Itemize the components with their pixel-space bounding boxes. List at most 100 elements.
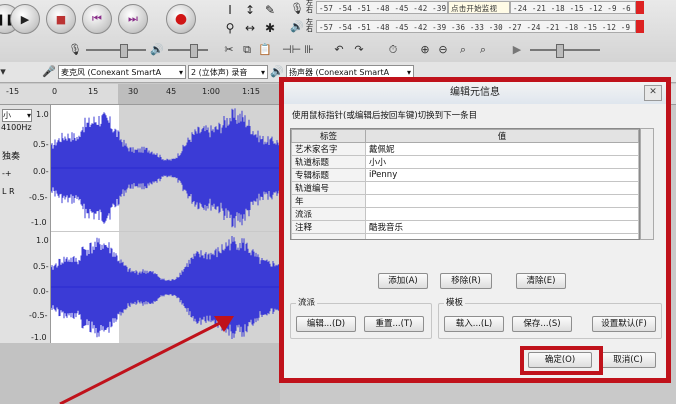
value-cell[interactable]: [365, 207, 639, 221]
metadata-dialog: 编辑元信息 ✕ 使用鼠标指针(或编辑后按回车键)切换到下一条目 标签值 艺术家名…: [284, 82, 666, 378]
ruler-tick: 45: [166, 87, 177, 96]
load-template-button[interactable]: 载入...(L): [444, 316, 504, 332]
ruler-tick: 30: [128, 87, 139, 96]
chevron-down-icon: ▾: [26, 111, 31, 120]
edit-genres-button[interactable]: 编辑...(D): [296, 316, 356, 332]
slider-thumb[interactable]: [556, 44, 564, 58]
grid-scrollbar[interactable]: [640, 128, 654, 240]
speaker-meter-icon[interactable]: 🔊: [290, 20, 304, 34]
slider-thumb[interactable]: [190, 44, 198, 58]
multi-tool-icon[interactable]: ✱: [262, 20, 278, 36]
sync-lock-icon[interactable]: ⏱: [386, 43, 400, 57]
zoom-in-icon[interactable]: ⊕: [418, 43, 432, 57]
tag-cell[interactable]: 专辑标题: [291, 168, 366, 182]
ruler-tick: 0: [52, 87, 58, 96]
play-at-speed-icon[interactable]: ▶: [510, 43, 524, 57]
play-button[interactable]: ▶: [10, 4, 40, 34]
table-row[interactable]: 艺术家名字 戴佩妮: [291, 142, 639, 156]
waveform-svg: [51, 105, 281, 231]
chevron-down-icon: ▾: [178, 68, 183, 77]
undo-icon[interactable]: ↶: [332, 43, 346, 57]
speaker-volume-slider[interactable]: [168, 49, 208, 51]
scale-label: 0.5-: [33, 262, 49, 271]
waveform-channel-right[interactable]: [51, 232, 281, 343]
playback-meter[interactable]: -57 -54 -51 -48 -45 -42 -39 -36 -33 -30 …: [316, 20, 636, 33]
table-row[interactable]: 注释 酷我音乐: [291, 220, 639, 234]
slider-thumb[interactable]: [120, 44, 128, 58]
pan-slider[interactable]: L R: [2, 187, 15, 196]
timeshift-tool-icon[interactable]: ↔: [242, 20, 258, 36]
input-channels-select[interactable]: 2 (立体声) 录音 ▾: [188, 65, 268, 79]
ok-highlight-frame: [520, 346, 603, 375]
tag-cell[interactable]: 流派: [291, 207, 366, 221]
fit-project-icon[interactable]: ⌕: [476, 43, 490, 57]
metadata-grid[interactable]: 标签值 艺术家名字 戴佩妮 轨道标题 小小 专辑标题 iPenny 轨道编号 年 流派…: [290, 128, 640, 240]
close-icon[interactable]: ✕: [644, 85, 662, 101]
save-template-button[interactable]: 保存...(S): [512, 316, 572, 332]
waveform-channel-left[interactable]: [51, 105, 281, 231]
add-button[interactable]: 添加(A): [378, 273, 428, 289]
remove-button[interactable]: 移除(R): [440, 273, 492, 289]
table-row[interactable]: [291, 233, 639, 239]
envelope-tool-icon[interactable]: ↕: [242, 2, 258, 18]
scale-label: 1.0: [36, 236, 49, 245]
empty-track-area[interactable]: [0, 343, 280, 404]
record-meter-right: -24 -21 -18 -15 -12 -9 -6 -3 0: [510, 1, 636, 14]
scale-label: 0.0-: [33, 167, 49, 176]
tag-cell[interactable]: 轨道标题: [291, 155, 366, 169]
skip-start-button[interactable]: ⏮: [82, 4, 112, 34]
redo-icon[interactable]: ↷: [352, 43, 366, 57]
mic-volume-icon: 🎙: [68, 43, 82, 56]
tag-cell[interactable]: 轨道编号: [291, 181, 366, 195]
monitor-hint[interactable]: 点击开始监视: [448, 1, 510, 14]
track-sample-rate: 4100Hz: [1, 123, 32, 132]
table-row[interactable]: 轨道编号: [291, 181, 639, 195]
skip-end-button[interactable]: ⏭: [118, 4, 148, 34]
cancel-button[interactable]: 取消(C): [600, 352, 656, 368]
tag-cell[interactable]: 注释: [291, 220, 366, 234]
meter-right-label: 右: [306, 6, 313, 14]
silence-icon[interactable]: ⊪: [302, 43, 316, 57]
set-default-button[interactable]: 设置默认(F): [592, 316, 656, 332]
zoom-tool-icon[interactable]: ⚲: [222, 20, 238, 36]
reset-genres-button[interactable]: 重置...(T): [364, 316, 424, 332]
record-meter[interactable]: -57 -54 -51 -48 -45 -42 -39 -: [316, 1, 448, 14]
value-cell[interactable]: 酷我音乐: [365, 220, 639, 234]
value-cell[interactable]: [365, 194, 639, 208]
tag-cell[interactable]: [291, 233, 366, 239]
copy-icon[interactable]: ⧉: [240, 43, 254, 57]
mic-volume-slider[interactable]: [86, 49, 146, 51]
gain-slider[interactable]: -+: [2, 169, 12, 178]
table-row[interactable]: 流派: [291, 207, 639, 221]
mic-meter-icon[interactable]: 🎙: [290, 2, 304, 16]
input-device-select[interactable]: 麦克风 (Conexant SmartA ▾: [58, 65, 186, 79]
track-name-menu[interactable]: 小 ▾: [2, 109, 32, 122]
solo-button[interactable]: 独奏: [2, 149, 20, 162]
trim-icon[interactable]: ⊣⊢: [282, 43, 301, 57]
value-cell[interactable]: iPenny: [365, 168, 639, 182]
selection-tool-icon[interactable]: I: [222, 2, 238, 18]
scale-label: 0.5-: [33, 140, 49, 149]
table-row[interactable]: 年: [291, 194, 639, 208]
table-row[interactable]: 专辑标题 iPenny: [291, 168, 639, 182]
value-cell[interactable]: 小小: [365, 155, 639, 169]
value-cell[interactable]: 戴佩妮: [365, 142, 639, 156]
zoom-out-icon[interactable]: ⊖: [436, 43, 450, 57]
draw-tool-icon[interactable]: ✎: [262, 2, 278, 18]
scale-label: 1.0: [36, 110, 49, 119]
tag-cell[interactable]: 艺术家名字: [291, 142, 366, 156]
speed-slider[interactable]: [530, 49, 600, 51]
dropdown-arrow-icon[interactable]: ▾: [0, 65, 10, 79]
tag-cell[interactable]: 年: [291, 194, 366, 208]
fit-selection-icon[interactable]: ⌕: [456, 43, 470, 57]
value-cell[interactable]: [365, 181, 639, 195]
table-row[interactable]: 轨道标题 小小: [291, 155, 639, 169]
mic-icon: 🎤: [42, 65, 56, 78]
cut-icon[interactable]: ✂: [222, 43, 236, 57]
record-button[interactable]: ●: [166, 4, 196, 34]
stop-button[interactable]: ■: [46, 4, 76, 34]
clear-button[interactable]: 清除(E): [516, 273, 566, 289]
value-cell[interactable]: [365, 233, 639, 239]
paste-icon[interactable]: 📋: [258, 43, 272, 57]
dialog-title: 编辑元信息: [284, 82, 666, 104]
